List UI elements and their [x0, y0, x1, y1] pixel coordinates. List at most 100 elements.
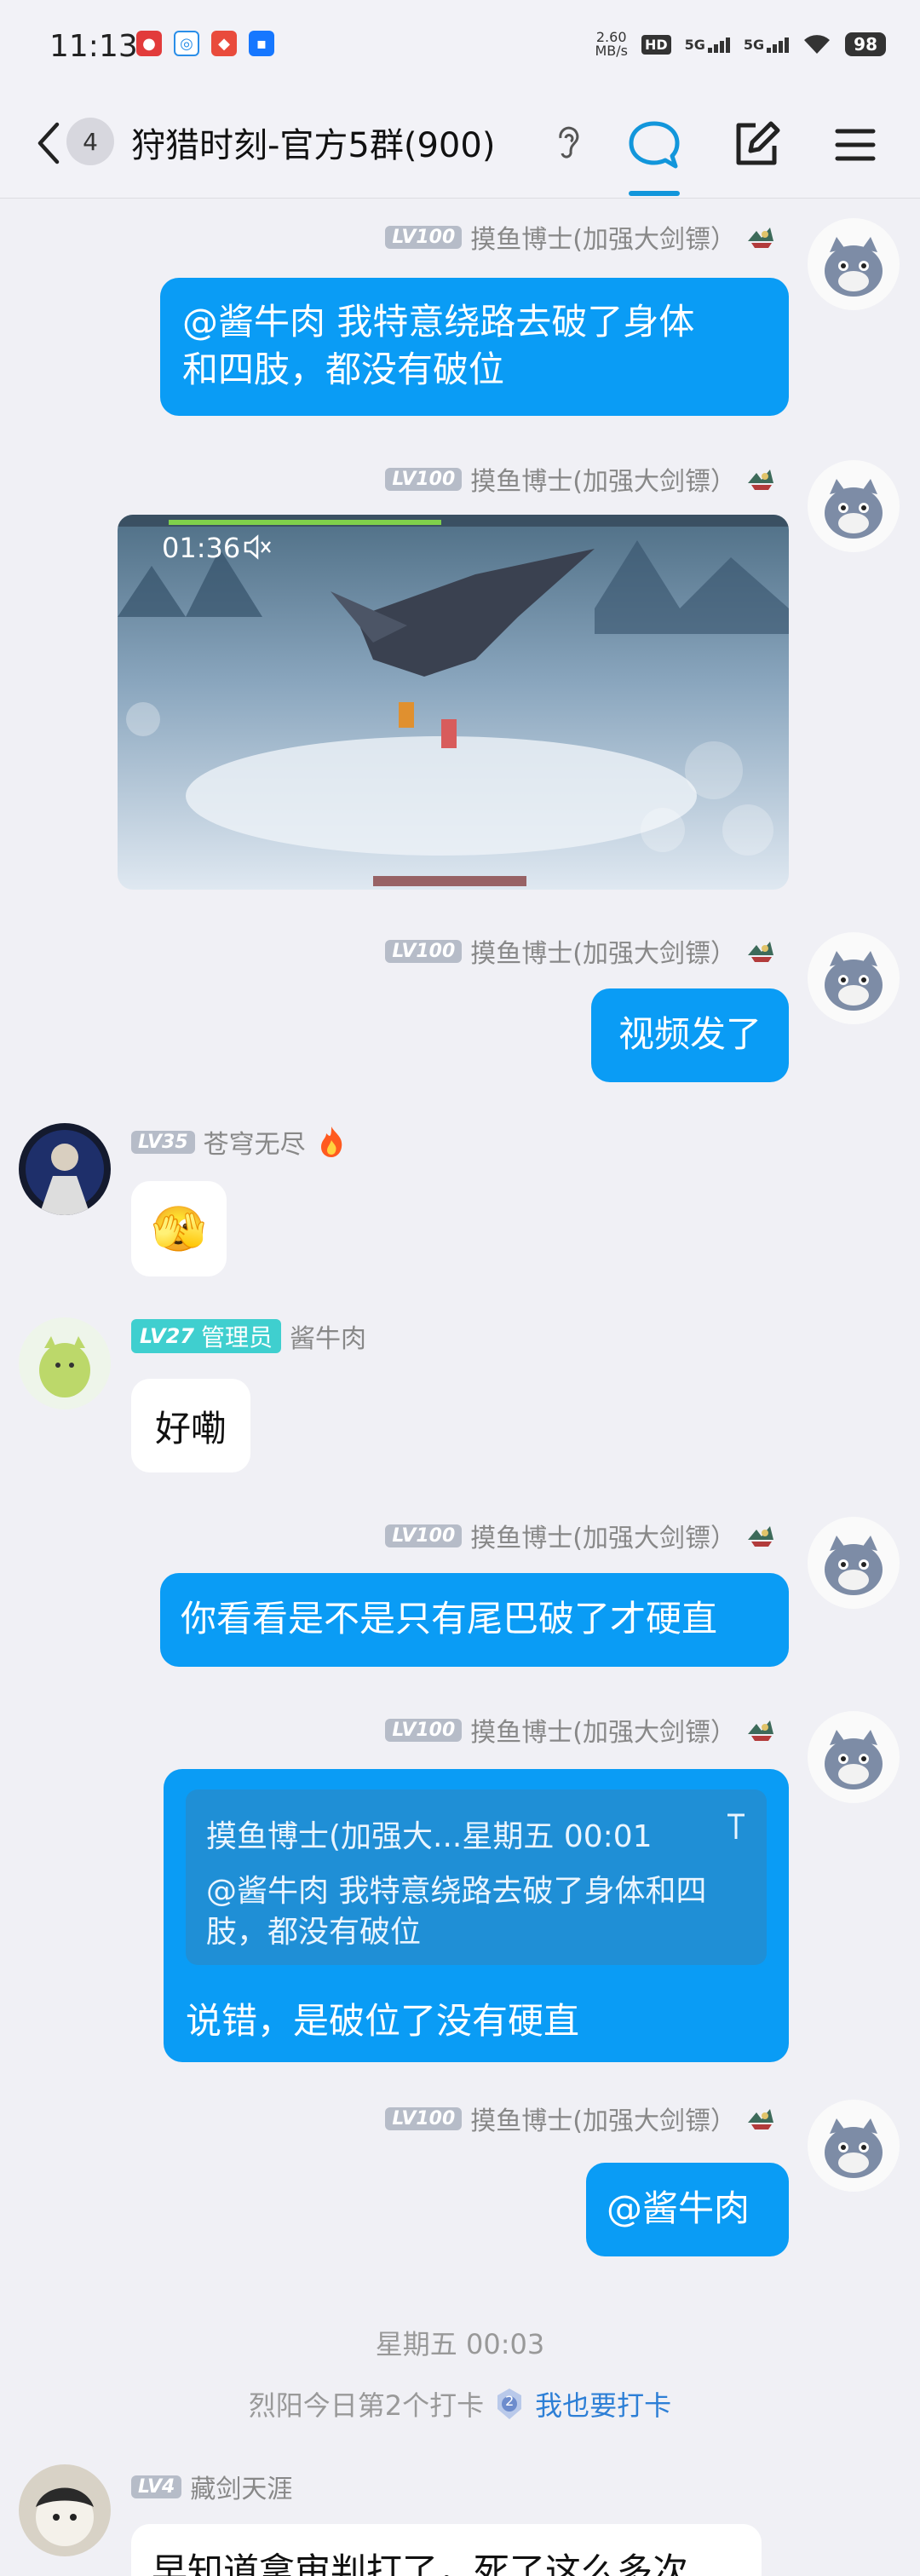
mute-icon[interactable]	[242, 533, 273, 561]
avatar[interactable]	[808, 1517, 900, 1609]
avatar[interactable]	[808, 2100, 900, 2192]
quote-text-line: @酱牛肉 我特意绕路去破了身体和四	[206, 1874, 707, 1909]
message-text: 说错，是破位了没有硬直	[186, 2000, 580, 2042]
sender-name[interactable]: 摸鱼博士(加强大剑镖）	[470, 932, 736, 970]
level-badge: LV100	[385, 2106, 463, 2130]
menu-button[interactable]	[828, 118, 883, 172]
checkin-link[interactable]: 我也要打卡	[535, 2384, 671, 2423]
message-bubble[interactable]: 🫣	[131, 1181, 227, 1276]
message-bubble[interactable]: 你看看是不是只有尾巴破了才硬直	[160, 1573, 789, 1667]
avatar[interactable]	[808, 218, 900, 310]
avatar[interactable]	[19, 2464, 111, 2556]
message-text: 好嘞	[154, 1407, 227, 1449]
battery-level: 98	[845, 32, 886, 56]
ear-icon[interactable]	[555, 124, 579, 158]
message-text-line: 和四肢，都没有破位	[182, 349, 505, 390]
app-notification-icon: ▪	[249, 31, 274, 56]
notification-icons: ● ◎ ◆ ▪	[136, 31, 274, 56]
sender-meta: LV100 摸鱼博士(加强大剑镖）	[385, 218, 777, 256]
level-badge: LV4	[131, 2475, 182, 2498]
level-badge: LV27	[140, 1324, 194, 1348]
title-badge-icon	[748, 2109, 773, 2129]
signal-icon	[767, 37, 790, 53]
checkin-text: 烈阳今日第2个打卡	[248, 2389, 485, 2422]
message-bubble[interactable]: 好嘞	[131, 1379, 250, 1472]
user-avatar-image	[19, 1123, 111, 1215]
status-time: 11:13	[49, 29, 138, 64]
title-badge-icon	[748, 1720, 773, 1741]
user-avatar-image	[19, 2464, 111, 2556]
time-divider: 星期五 00:03	[375, 2328, 545, 2360]
avatar[interactable]	[808, 1711, 900, 1803]
message-bubble[interactable]: @酱牛肉 我特意绕路去破了身体 和四肢，都没有破位	[160, 278, 789, 416]
avatar[interactable]	[19, 1317, 111, 1409]
message-text: 你看看是不是只有尾巴破了才硬直	[181, 1598, 718, 1640]
level-badge: LV100	[385, 939, 463, 963]
chat-header: 4 狩猎时刻-官方5群(900)	[0, 95, 920, 199]
level-badge: LV100	[385, 467, 463, 491]
sender-name[interactable]: 摸鱼博士(加强大剑镖）	[470, 1517, 736, 1554]
net-speed-unit: MB/s	[595, 43, 628, 59]
unread-count-badge[interactable]: 4	[66, 118, 114, 165]
title-badge-icon	[748, 228, 773, 248]
sim2-signal: 5G	[744, 37, 790, 53]
video-message[interactable]: 01:36	[118, 515, 789, 890]
menu-icon	[835, 129, 876, 161]
avatar[interactable]	[808, 460, 900, 552]
emoji-message: 🫣	[151, 1203, 207, 1255]
sender-meta: LV4 藏剑天涯	[131, 2468, 292, 2505]
sender-meta: LV100 摸鱼博士(加强大剑镖）	[385, 1711, 777, 1749]
cat-avatar-image	[808, 218, 900, 310]
message-text-line: @酱牛肉 我特意绕路去破了身体	[182, 301, 695, 343]
edit-button[interactable]	[729, 118, 784, 172]
message-bubble[interactable]: 视频发了	[591, 988, 789, 1082]
sender-name[interactable]: 苍穹无尽	[204, 1123, 306, 1161]
group-title[interactable]: 狩猎时刻-官方5群(900)	[131, 118, 495, 167]
message-text: 视频发了	[618, 1013, 762, 1055]
chat-bubble-icon	[629, 121, 680, 169]
system-indicators: 2.60 MB/s HD 5G 5G 98	[595, 31, 886, 58]
quote-header: 摸鱼博士(加强大...星期五 00:01	[206, 1819, 653, 1854]
sender-meta: LV35 苍穹无尽	[131, 1123, 348, 1161]
status-bar: 11:13 ● ◎ ◆ ▪ 2.60 MB/s HD 5G 5G 98	[0, 0, 920, 95]
checkin-badge-number: 2	[505, 2393, 515, 2409]
sender-name[interactable]: 酱牛肉	[290, 1317, 366, 1355]
signal-icon	[707, 37, 730, 53]
edit-icon	[736, 121, 780, 165]
cat-avatar-image	[808, 460, 900, 552]
avatar[interactable]	[19, 1123, 111, 1215]
message-bubble[interactable]: 早知道拿审判打了，死了这么多次	[131, 2524, 762, 2576]
app-notification-icon: ◆	[211, 31, 237, 56]
video-thumbnail	[118, 515, 789, 890]
cat-avatar-image	[808, 932, 900, 1024]
fire-icon	[320, 1127, 342, 1157]
level-badge: LV100	[385, 225, 463, 249]
sender-meta: LV100 摸鱼博士(加强大剑镖）	[385, 932, 777, 970]
title-badge-icon	[748, 1526, 773, 1547]
sender-name[interactable]: 藏剑天涯	[190, 2468, 292, 2505]
back-button[interactable]	[26, 118, 70, 169]
sender-meta: LV100 摸鱼博士(加强大剑镖）	[385, 2100, 777, 2137]
quote-arrow-icon	[727, 1813, 745, 1839]
sender-name[interactable]: 摸鱼博士(加强大剑镖）	[470, 1711, 736, 1749]
level-badge: LV100	[385, 1718, 463, 1742]
sender-name[interactable]: 摸鱼博士(加强大剑镖）	[470, 460, 736, 498]
sender-name[interactable]: 摸鱼博士(加强大剑镖）	[470, 2100, 736, 2137]
quoted-message[interactable]: 摸鱼博士(加强大...星期五 00:01 @酱牛肉 我特意绕路去破了身体和四 肢…	[186, 1789, 767, 1965]
role-label: 管理员	[200, 1323, 273, 1351]
title-badge-icon	[748, 470, 773, 490]
user-avatar-image	[19, 1317, 111, 1409]
admin-badge: LV27 管理员	[131, 1319, 281, 1353]
message-text: 早知道拿审判打了，死了这么多次	[152, 2550, 689, 2576]
sim1-label: 5G	[684, 36, 705, 53]
sim1-signal: 5G	[685, 37, 730, 53]
sender-name[interactable]: 摸鱼博士(加强大剑镖）	[470, 218, 736, 256]
active-tab-indicator	[629, 191, 680, 196]
level-badge: LV100	[385, 1524, 463, 1547]
sender-meta: LV27 管理员 酱牛肉	[131, 1317, 366, 1355]
checkin-medal-icon: 2	[494, 2387, 525, 2421]
avatar[interactable]	[808, 932, 900, 1024]
cat-avatar-image	[808, 1517, 900, 1609]
message-bubble[interactable]: @酱牛肉	[586, 2163, 789, 2256]
chat-tab-button[interactable]	[627, 118, 681, 172]
